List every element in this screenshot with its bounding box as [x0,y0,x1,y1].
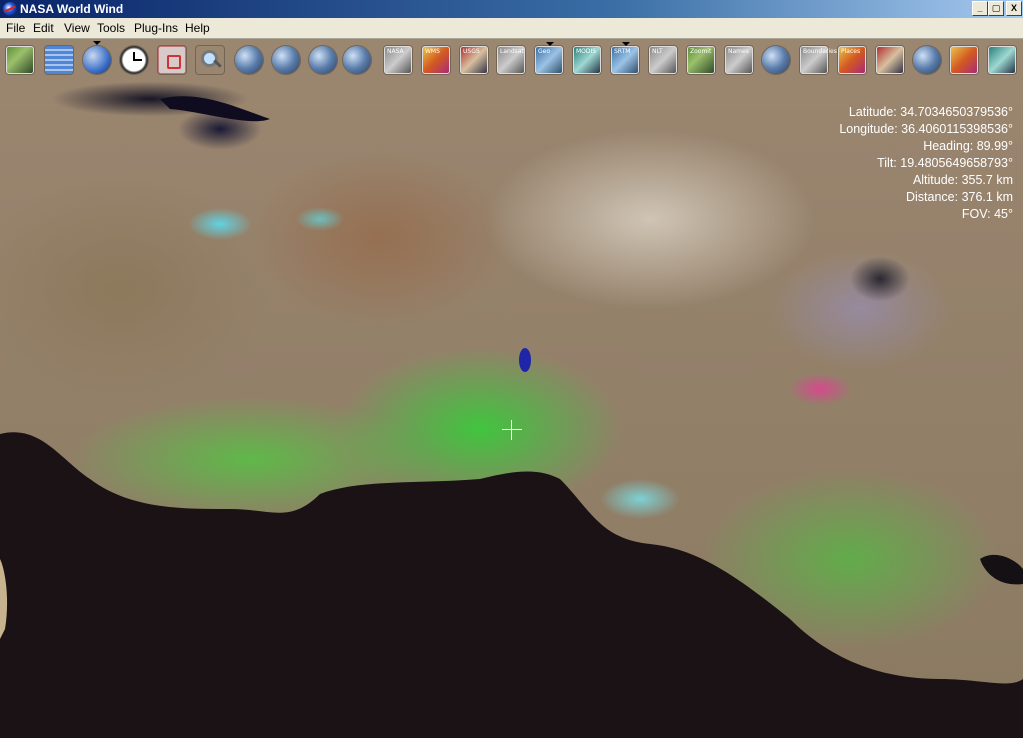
geo-layer-icon[interactable]: Geo [535,42,563,74]
landsat-layer-icon[interactable]: Landsat [497,46,525,74]
layer-manager-icon[interactable] [6,46,34,74]
nasa-layer-icon[interactable]: NASA [384,46,412,74]
position-readout: Latitude: 34.7034650379536° Longitude: 3… [713,104,1013,223]
plugin-icon[interactable] [950,46,978,74]
boundaries-layer-icon[interactable]: Boundaries [800,46,837,74]
app-window: NASA World Wind _ ▢ X File Edit View Too… [0,0,1023,738]
minimize-button[interactable]: _ [972,1,988,16]
places-layer-icon[interactable]: Places [838,46,866,74]
menu-tools[interactable]: Tools [97,21,125,35]
usgs-layer-icon[interactable]: USGS [460,46,488,74]
title-bar[interactable]: NASA World Wind _ ▢ X [0,0,1023,18]
maximize-button[interactable]: ▢ [988,1,1004,16]
toolbar: NASA WMS USGS Landsat Geo MODIS SRTM NLT… [0,41,1023,78]
latitude-readout: Latitude: 34.7034650379536° [848,105,1013,119]
window-title: NASA World Wind [20,2,124,16]
nlt-layer-icon[interactable]: NLT [649,46,677,74]
moon-icon[interactable] [272,46,300,74]
flag-layer-icon[interactable] [876,46,904,74]
longitude-readout: Longitude: 36.4060115398536° [839,122,1013,136]
crosshair-icon [502,420,522,440]
menu-plug-ins[interactable]: Plug-Ins [134,21,178,35]
magnifier-icon[interactable] [196,46,224,74]
settings-icon[interactable] [988,46,1016,74]
heading-readout: Heading: 89.99° [923,139,1013,153]
zoomit-layer-icon[interactable]: Zoomit [687,46,715,74]
compass-icon[interactable] [762,46,790,74]
menu-view[interactable]: View [64,21,90,35]
planet-icon[interactable] [343,46,371,74]
globe-icon[interactable] [83,41,111,74]
world-icon[interactable] [913,46,941,74]
wms-layer-icon[interactable]: WMS [422,46,450,74]
target-icon[interactable] [158,46,186,74]
close-button[interactable]: X [1006,1,1022,16]
menu-bar: File Edit View Tools Plug-Ins Help [0,18,1023,39]
menu-file[interactable]: File [6,21,25,35]
menu-help[interactable]: Help [185,21,210,35]
srtm-layer-icon[interactable]: SRTM [611,42,639,74]
blue-marble-icon[interactable] [309,46,337,74]
nasa-logo-icon [3,2,17,16]
modis-layer-icon[interactable]: MODIS [573,46,601,74]
distance-readout: Distance: 376.1 km [906,190,1013,204]
altitude-readout: Altitude: 355.7 km [912,173,1013,187]
names-layer-icon[interactable]: Names [725,46,753,74]
earth-icon[interactable] [235,46,263,74]
grid-icon[interactable] [45,46,73,74]
fov-readout: FOV: 45° [961,207,1013,221]
clock-icon[interactable] [120,46,148,74]
tilt-readout: Tilt: 19.4805649658793° [877,156,1013,170]
menu-edit[interactable]: Edit [33,21,54,35]
